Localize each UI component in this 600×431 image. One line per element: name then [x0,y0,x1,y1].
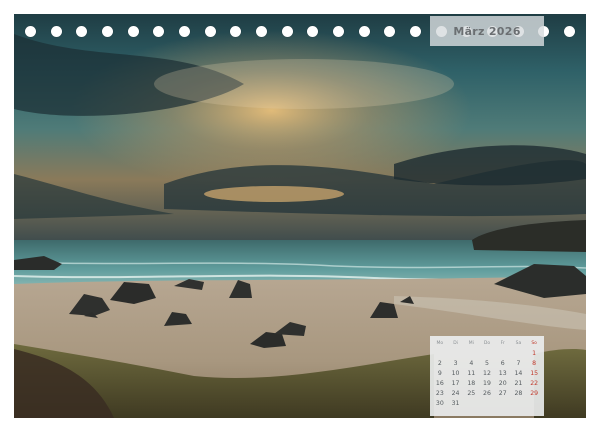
calendar-day: 17 [451,380,460,387]
calendar-day: 24 [451,390,460,397]
month-title-box: März 2026 [430,16,544,46]
weekday-header: Do [483,341,491,346]
calendar-empty-cell [495,349,511,358]
calendar-day: 25 [467,390,476,397]
calendar-day: 20 [498,380,507,387]
calendar-day: 3 [453,360,458,367]
calendar-day: 21 [514,380,523,387]
calendar-empty-cell [432,349,448,358]
calendar-grid: Mo Di Mi Do Fr Sa So 1 2 3 4 5 6 7 8 9 10 11 12 13 14 15 16 17 1… [432,339,542,408]
calendar-day: 31 [451,400,460,407]
calendar-day: 28 [514,390,523,397]
calendar-day: 1 [532,350,537,357]
calendar-day: 7 [516,360,521,367]
calendar-empty-cell [463,399,479,408]
month-title: März 2026 [453,24,521,38]
calendar-day: 11 [467,370,476,377]
calendar-day: 27 [498,390,507,397]
calendar-empty-cell [479,349,495,358]
calendar-day: 15 [530,370,539,377]
calendar-day: 12 [483,370,491,377]
weekday-header: Mi [468,341,474,346]
calendar-day: 23 [435,390,444,397]
calendar-day: 9 [437,370,442,377]
calendar-day: 18 [467,380,476,387]
calendar-day: 8 [532,360,537,367]
calendar-day: 4 [469,360,474,367]
calendar-day: 13 [498,370,507,377]
calendar-day: 14 [514,370,523,377]
calendar-day: 10 [451,370,460,377]
calendar-day: 5 [485,360,489,367]
calendar-day: 29 [530,390,539,397]
calendar-empty-cell [495,399,511,408]
calendar-day: 19 [483,380,491,387]
weekday-header: So [531,341,537,346]
calendar-empty-cell [526,399,542,408]
calendar-empty-cell [448,349,464,358]
weekday-header: Sa [515,341,522,346]
calendar-day: 2 [437,360,442,367]
calendar-day: 26 [483,390,491,397]
month-calendar: Mo Di Mi Do Fr Sa So 1 2 3 4 5 6 7 8 9 10 11 12 13 14 15 16 17 1… [430,336,544,416]
weekday-header: Fr [500,341,505,346]
calendar-empty-cell [463,349,479,358]
calendar-day: 22 [530,380,539,387]
calendar-day: 30 [435,400,444,407]
calendar-day: 16 [435,380,444,387]
weekday-header: Mo [436,341,444,346]
calendar-day: 6 [500,360,505,367]
calendar-empty-cell [511,349,527,358]
calendar-empty-cell [511,399,527,408]
weekday-header: Di [453,341,458,346]
calendar-empty-cell [479,399,495,408]
